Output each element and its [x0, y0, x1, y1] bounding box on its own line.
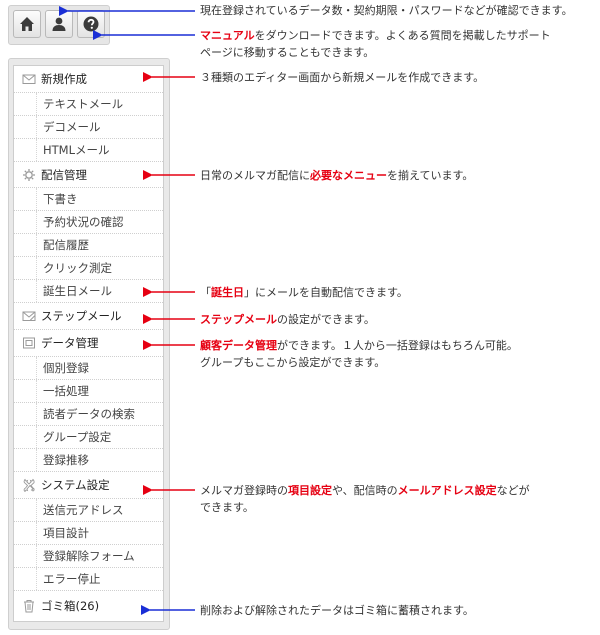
note-delivery: 日常のメルマガ配信に必要なメニューを揃えています。 [200, 169, 474, 182]
note-new-mail: ３種類のエディター画面から新規メールを作成できます。 [200, 71, 485, 84]
note-data: 顧客データ管理ができます。１人から一括登録はもちろん可能。 グループもここから設… [200, 339, 518, 369]
note-system: メルマガ登録時の項目設定や、配信時のメールアドレス設定などが できます。 [200, 484, 530, 514]
note-account: 現在登録されているデータ数・契約期限・パスワードなどが確認できます。 [200, 4, 573, 17]
note-birthday: 「誕生日」にメールを自動配信できます。 [200, 286, 408, 299]
note-manual: マニュアルをダウンロードできます。よくある質問を掲載したサポート ページに移動す… [200, 29, 551, 59]
note-trash: 削除および解除されたデータはゴミ箱に蓄積されます。 [200, 604, 474, 617]
note-step: ステップメールの設定ができます。 [200, 313, 375, 326]
